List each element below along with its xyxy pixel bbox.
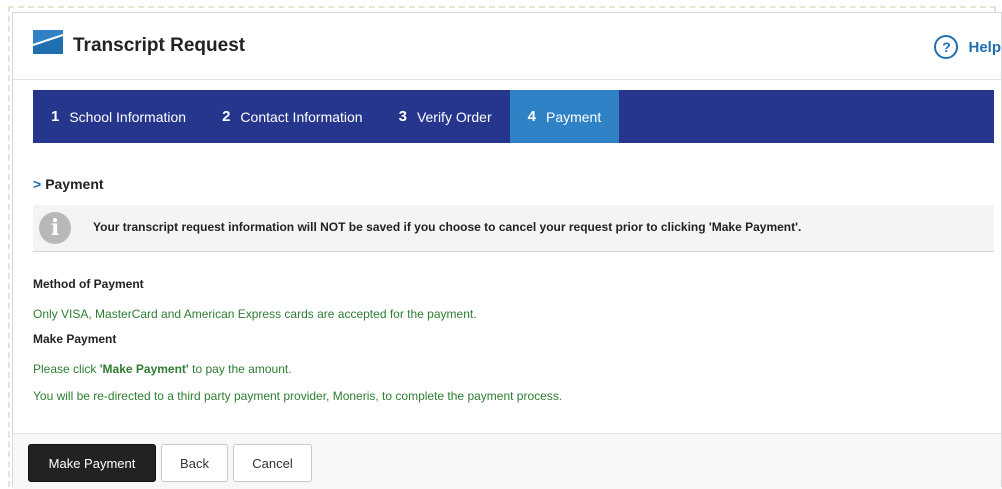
back-button[interactable]: Back [161, 444, 228, 482]
cancel-button[interactable]: Cancel [233, 444, 312, 482]
help-icon: ? [934, 35, 959, 59]
redirect-notice: You will be re-directed to a third party… [33, 389, 563, 403]
make-payment-instruction: Please click 'Make Payment' to pay the a… [33, 362, 292, 376]
step-label: Contact Information [240, 108, 363, 125]
step-label: School Information [69, 108, 187, 125]
step-payment[interactable]: 4 Payment [509, 90, 620, 143]
help-link[interactable]: ? Help [934, 35, 1001, 59]
chevron-right-icon: > [33, 176, 42, 192]
step-number: 4 [527, 108, 536, 125]
step-navigation: 1 School Information 2 Contact Informati… [33, 90, 994, 143]
info-icon: i [39, 212, 71, 244]
notice-text: Your transcript request information will… [93, 220, 802, 234]
action-bar: Make Payment Back Cancel [13, 433, 1001, 489]
page-title: Transcript Request [73, 35, 246, 56]
transcript-request-panel: Transcript Request ? Help 1 School Infor… [12, 12, 1002, 489]
step-school-information[interactable]: 1 School Information [33, 90, 204, 143]
step-number: 1 [51, 108, 60, 125]
step-contact-information[interactable]: 2 Contact Information [204, 90, 381, 143]
panel-header: Transcript Request ? Help [13, 13, 1001, 80]
help-label: Help [968, 38, 1001, 56]
step-label: Payment [545, 108, 602, 125]
make-payment-button[interactable]: Make Payment [28, 444, 156, 482]
section-title: > Payment [33, 176, 104, 192]
logo-icon [33, 30, 63, 54]
instruction-prefix: Please click [33, 362, 100, 376]
step-label: Verify Order [416, 108, 492, 125]
step-verify-order[interactable]: 3 Verify Order [381, 90, 510, 143]
instruction-suffix: to pay the amount. [188, 362, 292, 376]
make-payment-heading: Make Payment [33, 332, 117, 346]
method-of-payment-text: Only VISA, MasterCard and American Expre… [33, 307, 477, 321]
method-of-payment-heading: Method of Payment [33, 277, 144, 291]
section-title-label: Payment [45, 176, 104, 192]
notice-banner: i Your transcript request information wi… [33, 205, 994, 252]
step-number: 2 [222, 108, 231, 125]
instruction-bold: 'Make Payment' [99, 362, 189, 376]
step-number: 3 [398, 108, 407, 125]
